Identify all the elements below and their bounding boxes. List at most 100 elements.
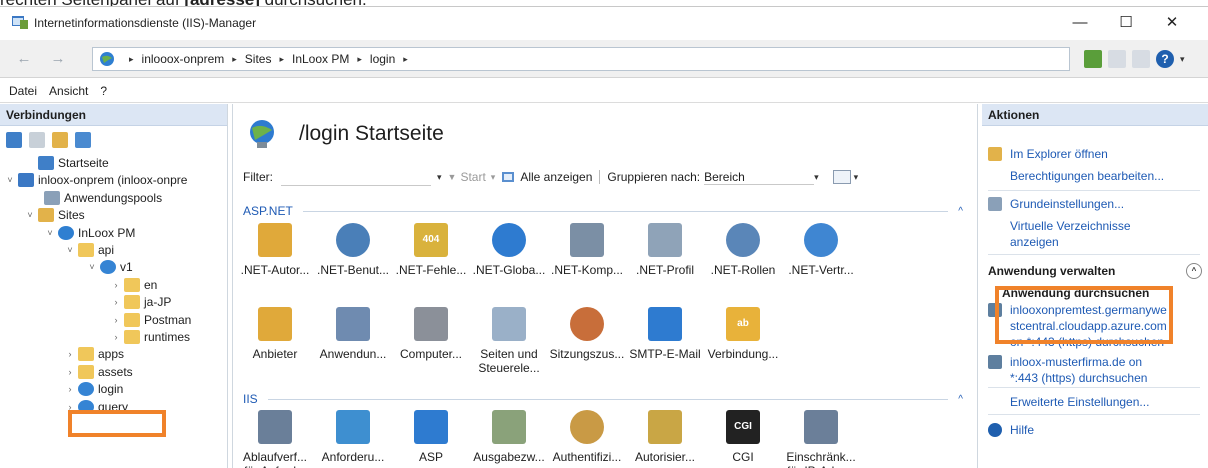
chevron-down-icon[interactable]: ▾: [1180, 54, 1185, 65]
group-dropdown-icon[interactable]: ▾: [814, 172, 819, 183]
maximize-button[interactable]: ☐: [1108, 11, 1144, 35]
tree-item-runtimes[interactable]: › runtimes: [110, 328, 190, 346]
feature-ip-restrictions[interactable]: Einschränk...für IP-Adre...: [783, 410, 859, 468]
feature-authorization-rules[interactable]: Autorisier...: [627, 410, 703, 464]
feature-cgi[interactable]: CGI CGI: [705, 410, 781, 464]
collapse-icon[interactable]: ^: [958, 394, 963, 405]
action-edit-permissions[interactable]: Berechtigungen bearbeiten...: [988, 168, 1202, 184]
tree-expander-icon[interactable]: ˅: [86, 262, 98, 272]
home-icon[interactable]: [1132, 50, 1150, 68]
feature-machine-key[interactable]: Computer...: [393, 307, 469, 361]
save-icon[interactable]: [29, 132, 45, 148]
breadcrumb-separator-icon[interactable]: ▸: [403, 54, 408, 65]
feature-connection-strings[interactable]: ab Verbindung...: [705, 307, 781, 361]
start-dropdown-icon[interactable]: ▾: [491, 172, 496, 183]
tree-expander-icon[interactable]: ›: [110, 297, 122, 307]
tree-item-sites[interactable]: ˅ Sites: [24, 206, 85, 224]
feature-app-settings[interactable]: Anwendun...: [315, 307, 391, 361]
tree-expander-icon[interactable]: ›: [110, 315, 122, 325]
feature-net-trust-levels[interactable]: .NET-Vertr...: [783, 223, 859, 277]
feature-net-users[interactable]: .NET-Benut...: [315, 223, 391, 277]
breadcrumb-separator-icon[interactable]: ▸: [279, 54, 284, 65]
tree-expander-icon[interactable]: ›: [64, 384, 76, 394]
tree-expander-icon[interactable]: ˅: [24, 210, 36, 220]
breadcrumb[interactable]: ▸ inlooox-onprem ▸ Sites ▸ InLoox PM ▸ login ▸: [92, 47, 1070, 71]
feature-net-authorization[interactable]: .NET-Autor...: [237, 223, 313, 277]
connect-globe-icon[interactable]: [6, 132, 22, 148]
breadcrumb-separator-icon[interactable]: ▸: [129, 54, 134, 65]
view-dropdown-icon[interactable]: ▾: [854, 172, 859, 183]
show-all-button[interactable]: Alle anzeigen: [520, 170, 592, 184]
tree-expander-icon[interactable]: ›: [64, 367, 76, 377]
section-asp-net[interactable]: ASP.NET ^: [243, 203, 963, 219]
disconnect-icon[interactable]: [75, 132, 91, 148]
tree-expander-icon[interactable]: ˅: [64, 245, 76, 255]
breadcrumb-inloox-pm[interactable]: InLoox PM: [292, 52, 349, 66]
feature-failed-request-tracing[interactable]: Ablaufverf...für Anford...: [237, 410, 313, 468]
menu-ansicht[interactable]: Ansicht: [49, 84, 88, 98]
tree-item-api[interactable]: ˅ api: [64, 241, 114, 259]
filter-input[interactable]: [281, 168, 431, 186]
folder-up-icon[interactable]: [52, 132, 68, 148]
close-button[interactable]: ✕: [1154, 11, 1190, 35]
tree-item-startseite[interactable]: Startseite: [24, 154, 109, 172]
filter-dropdown-icon[interactable]: ▾: [437, 172, 442, 183]
feature-label: Authentifizi...: [552, 450, 622, 464]
help-icon[interactable]: ?: [1156, 50, 1174, 68]
collapse-icon[interactable]: ^: [958, 206, 963, 217]
feature-request-filtering[interactable]: Anforderu...: [315, 410, 391, 464]
manage-application-group[interactable]: Anwendung verwalten ^: [988, 260, 1202, 282]
feature-providers[interactable]: Anbieter: [237, 307, 313, 361]
feature-authentication[interactable]: Authentifizi...: [549, 410, 625, 464]
tree-item-ja-jp[interactable]: › ja-JP: [110, 293, 171, 311]
action-advanced-settings[interactable]: Erweiterte Einstellungen...: [988, 394, 1202, 410]
action-explore[interactable]: Im Explorer öffnen: [988, 146, 1202, 162]
breadcrumb-login[interactable]: login: [370, 52, 395, 66]
feature-smtp-email[interactable]: SMTP-E-Mail: [627, 307, 703, 361]
tree-item-anwendungspools[interactable]: Anwendungspools: [30, 189, 162, 207]
tree-expander-icon[interactable]: ›: [110, 280, 122, 290]
feature-pages-controls[interactable]: Seiten und Steuerele...: [471, 307, 547, 375]
breadcrumb-sites[interactable]: Sites: [245, 52, 272, 66]
tree-item-v1[interactable]: ˅ v1: [86, 258, 133, 276]
feature-session-state[interactable]: Sitzungszus...: [549, 307, 625, 361]
feature-net-profile[interactable]: .NET-Profil: [627, 223, 703, 277]
feature-label: Anforderu...: [321, 450, 385, 464]
start-filter-button[interactable]: Start: [460, 170, 485, 184]
menu-help[interactable]: ?: [100, 84, 107, 98]
feature-net-error-pages[interactable]: 404 .NET-Fehle...: [393, 223, 469, 277]
stop-icon[interactable]: [1108, 50, 1126, 68]
feature-asp[interactable]: ASP: [393, 410, 469, 464]
breadcrumb-separator-icon[interactable]: ▸: [357, 54, 362, 65]
tree-expander-icon[interactable]: ›: [110, 332, 122, 342]
feature-net-globalization[interactable]: .NET-Globa...: [471, 223, 547, 277]
minimize-button[interactable]: —: [1062, 11, 1098, 35]
action-browse-musterfirma[interactable]: inloox-musterfirma.de on *:443 (https) du…: [988, 354, 1202, 386]
view-mode-icon[interactable]: [832, 170, 851, 184]
feature-net-compilation[interactable]: .NET-Komp...: [549, 223, 625, 277]
action-help[interactable]: Hilfe: [988, 422, 1202, 438]
action-basic-settings[interactable]: Grundeinstellungen...: [988, 196, 1202, 212]
tree-item-login[interactable]: › login: [64, 380, 123, 398]
tree-item-assets[interactable]: › assets: [64, 363, 133, 381]
tree-expander-icon[interactable]: ˅: [4, 175, 16, 185]
group-by-select[interactable]: Bereich: [704, 170, 815, 185]
tree-item-en[interactable]: › en: [110, 276, 157, 294]
back-button[interactable]: ←: [10, 48, 38, 70]
tree-item-inloox-pm[interactable]: ˅ InLoox PM: [44, 224, 135, 242]
section-iis[interactable]: IIS ^: [243, 391, 963, 407]
feature-net-roles[interactable]: .NET-Rollen: [705, 223, 781, 277]
collapse-icon[interactable]: ^: [1186, 263, 1202, 279]
tree-item-postman[interactable]: › Postman: [110, 311, 191, 329]
connect-icon[interactable]: [1084, 50, 1102, 68]
tree-item-apps[interactable]: › apps: [64, 345, 124, 363]
tree-expander-icon[interactable]: ›: [64, 349, 76, 359]
breadcrumb-inlooox-onprem[interactable]: inlooox-onprem: [142, 52, 225, 66]
tree-item-inloox-onprem-inloox-onpre[interactable]: ˅ inloox-onprem (inloox-onpre: [4, 171, 187, 189]
breadcrumb-separator-icon[interactable]: ▸: [232, 54, 237, 65]
tree-expander-icon[interactable]: ˅: [44, 228, 56, 238]
menu-datei[interactable]: Datei: [9, 84, 37, 98]
forward-button[interactable]: →: [44, 48, 72, 70]
feature-output-caching[interactable]: Ausgabezw...: [471, 410, 547, 464]
action-view-virtual-directories[interactable]: Virtuelle Verzeichnisse anzeigen: [988, 218, 1202, 250]
